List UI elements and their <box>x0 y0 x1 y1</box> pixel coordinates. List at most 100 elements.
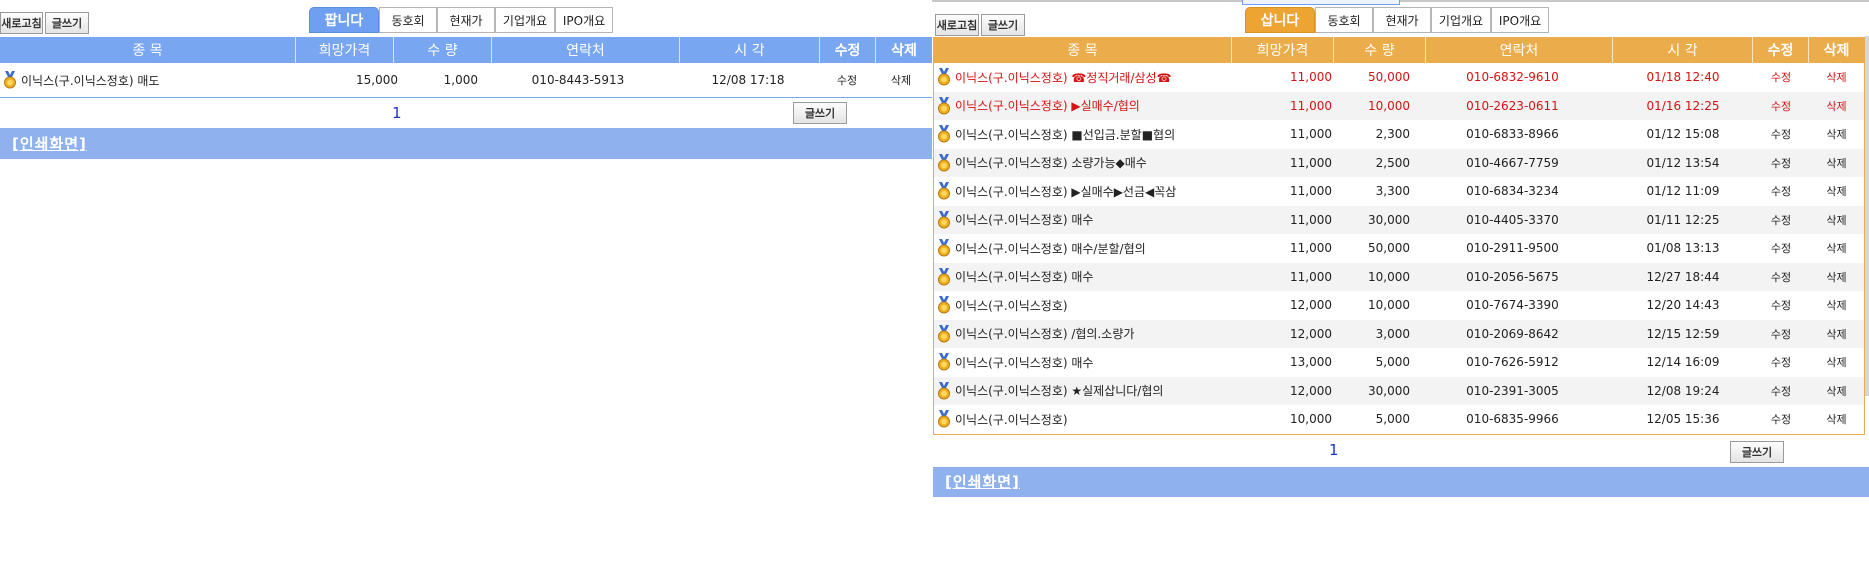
tab-ipo-overview[interactable]: IPO개요 <box>555 7 613 33</box>
sell-pager: 1 글쓰기 <box>0 98 932 128</box>
item-name[interactable]: 이닉스(구.이닉스정호) ■선입금.분할■협의 <box>955 126 1175 143</box>
item-cell: 이닉스(구.이닉스정호) 소량가능◆매수 <box>934 149 1232 178</box>
table-row[interactable]: 이닉스(구.이닉스정호) 매수 11,000 30,000 010-4405-3370… <box>934 205 1864 235</box>
item-name[interactable]: 이닉스(구.이닉스정호) ▶실매수/협의 <box>955 97 1140 114</box>
delete-link[interactable]: 삭제 <box>1809 234 1864 263</box>
write-bottom-button[interactable]: 글쓰기 <box>1730 440 1784 463</box>
col-price: 희망가격 <box>296 37 394 63</box>
price-cell: 12,000 <box>1290 298 1332 313</box>
item-name[interactable]: 이닉스(구.이닉스정호) <box>955 297 1068 314</box>
item-cell: 이닉스(구.이닉스정호) <box>934 291 1232 320</box>
delete-link[interactable]: 삭제 <box>1809 263 1864 292</box>
item-name[interactable]: 이닉스(구.이닉스정호) 매수 <box>955 211 1093 228</box>
buy-table-header: 종 목 희망가격 수 량 연락처 시 각 수정 삭제 <box>934 37 1864 63</box>
tab-current-price[interactable]: 현재가 <box>437 7 495 33</box>
delete-link[interactable]: 삭제 <box>1809 206 1864 235</box>
item-cell: 이닉스(구.이닉스정호) 매수 <box>934 348 1232 377</box>
time-cell: 12/05 15:36 <box>1646 412 1720 427</box>
table-row[interactable]: 이닉스(구.이닉스정호) ▶실매수/협의 11,000 10,000 010-2623… <box>934 91 1864 121</box>
edit-link[interactable]: 수정 <box>1753 120 1809 149</box>
table-row[interactable]: 이닉스(구.이닉스정호) 소량가능◆매수 11,000 2,500 010-4667-… <box>934 148 1864 178</box>
item-name[interactable]: 이닉스(구.이닉스정호) ★실제삽니다/협의 <box>955 382 1163 399</box>
edit-link[interactable]: 수정 <box>1753 405 1809 434</box>
edit-link[interactable]: 수정 <box>1753 92 1809 121</box>
col-qty: 수 량 <box>1334 37 1426 63</box>
edit-link[interactable]: 수정 <box>1753 149 1809 178</box>
qty-cell: 3,300 <box>1375 184 1410 199</box>
item-name[interactable]: 이닉스(구.이닉스정호) 매수 <box>955 268 1093 285</box>
table-row[interactable]: 이닉스(구.이닉스정호) 12,000 10,000 010-7674-3390 12/… <box>934 291 1864 320</box>
item-name[interactable]: 이닉스(구.이닉스정호) ▶실매수▶선금◀꼭삼 <box>955 183 1176 200</box>
qty-cell: 2,300 <box>1375 127 1410 142</box>
tab-ipo-overview[interactable]: IPO개요 <box>1491 7 1549 33</box>
tab-company-overview[interactable]: 기업개요 <box>495 7 555 33</box>
delete-link[interactable]: 삭제 <box>1809 177 1864 206</box>
table-row[interactable]: 이닉스(구.이닉스정호) ★실제삽니다/협의 12,000 30,000 010-23… <box>934 376 1864 406</box>
write-button[interactable]: 글쓰기 <box>981 14 1025 36</box>
qty-cell: 30,000 <box>1368 212 1410 227</box>
edit-link[interactable]: 수정 <box>1753 377 1809 406</box>
table-row[interactable]: 이닉스(구.이닉스정호) 10,000 5,000 010-6835-9966 12/0… <box>934 405 1864 434</box>
tab-club[interactable]: 동호회 <box>379 7 437 33</box>
delete-link[interactable]: 삭제 <box>1809 377 1864 406</box>
medal-icon <box>938 324 950 343</box>
tab-current-price[interactable]: 현재가 <box>1373 7 1431 33</box>
item-name[interactable]: 이닉스(구.이닉스정호) 소량가능◆매수 <box>955 154 1147 171</box>
edit-link[interactable]: 수정 <box>820 63 874 97</box>
delete-link[interactable]: 삭제 <box>874 63 928 97</box>
page-link[interactable]: 1 <box>392 104 402 122</box>
tab-sell[interactable]: 팝니다 <box>309 7 379 33</box>
item-name[interactable]: 이닉스(구.이닉스정호) ☎정직거래/삼성☎ <box>955 69 1172 86</box>
delete-link[interactable]: 삭제 <box>1809 291 1864 320</box>
table-row[interactable]: 이닉스(구.이닉스정호) ☎정직거래/삼성☎ 11,000 50,000 010-68… <box>934 63 1864 92</box>
page-link[interactable]: 1 <box>1329 441 1339 459</box>
table-row[interactable]: 이닉스(구.이닉스정호) ▶실매수▶선금◀꼭삼 11,000 3,300 010-68… <box>934 177 1864 206</box>
edit-link[interactable]: 수정 <box>1753 348 1809 377</box>
print-link[interactable]: [인쇄화면] <box>945 471 1020 492</box>
scrollbar[interactable] <box>1865 36 1869 396</box>
delete-link[interactable]: 삭제 <box>1809 149 1864 178</box>
time-cell: 12/08 17:18 <box>711 73 785 87</box>
tab-club[interactable]: 동호회 <box>1315 7 1373 33</box>
delete-link[interactable]: 삭제 <box>1809 348 1864 377</box>
write-bottom-button[interactable]: 글쓰기 <box>793 102 847 124</box>
edit-link[interactable]: 수정 <box>1753 206 1809 235</box>
edit-link[interactable]: 수정 <box>1753 320 1809 349</box>
table-row[interactable]: 이닉스(구.이닉스정호) 매수 13,000 5,000 010-7626-5912 1… <box>934 348 1864 377</box>
table-row[interactable]: 이닉스(구.이닉스정호) /협의.소량가 12,000 3,000 010-2069-… <box>934 319 1864 349</box>
edit-link[interactable]: 수정 <box>1753 263 1809 292</box>
item-cell: 이닉스(구.이닉스정호) ☎정직거래/삼성☎ <box>934 63 1232 92</box>
item-name[interactable]: 이닉스(구.이닉스정호) 매수/분할/협의 <box>955 240 1146 257</box>
medal-icon <box>938 125 950 143</box>
tab-company-overview[interactable]: 기업개요 <box>1431 7 1491 33</box>
item-name[interactable]: 이닉스(구.이닉스정호) 매도 <box>21 72 159 89</box>
price-cell: 12,000 <box>1290 326 1332 341</box>
edit-link[interactable]: 수정 <box>1753 234 1809 263</box>
table-row[interactable]: 이닉스(구.이닉스정호) 매수 11,000 10,000 010-2056-5675… <box>934 262 1864 292</box>
item-name[interactable]: 이닉스(구.이닉스정호) /협의.소량가 <box>955 325 1134 342</box>
refresh-button[interactable]: 새로고침 <box>935 14 979 36</box>
medal-icon <box>938 353 950 371</box>
write-button[interactable]: 글쓰기 <box>45 12 89 34</box>
print-link[interactable]: [인쇄화면] <box>12 133 87 154</box>
edit-link[interactable]: 수정 <box>1753 291 1809 320</box>
contact-cell: 010-2911-9500 <box>1466 241 1559 256</box>
qty-cell: 3,000 <box>1375 326 1410 341</box>
delete-link[interactable]: 삭제 <box>1809 120 1864 149</box>
item-name[interactable]: 이닉스(구.이닉스정호) <box>955 411 1068 428</box>
edit-link[interactable]: 수정 <box>1753 177 1809 206</box>
refresh-button[interactable]: 새로고침 <box>0 12 43 34</box>
sell-toolbar: 새로고침 글쓰기 팝니다 동호회 현재가 기업개요 IPO개요 <box>0 0 932 37</box>
item-name[interactable]: 이닉스(구.이닉스정호) 매수 <box>955 354 1093 371</box>
delete-link[interactable]: 삭제 <box>1809 405 1864 434</box>
delete-link[interactable]: 삭제 <box>1809 320 1864 349</box>
contact-cell: 010-6834-3234 <box>1466 184 1559 199</box>
table-row[interactable]: 이닉스(구.이닉스정호) ■선입금.분할■협의 11,000 2,300 010-68… <box>934 120 1864 149</box>
price-cell: 11,000 <box>1290 155 1332 170</box>
table-row[interactable]: 이닉스(구.이닉스정호) 매도 15,000 1,000 010-8443-59… <box>0 63 932 97</box>
delete-link[interactable]: 삭제 <box>1809 63 1864 92</box>
edit-link[interactable]: 수정 <box>1753 63 1809 92</box>
table-row[interactable]: 이닉스(구.이닉스정호) 매수/분할/협의 11,000 50,000 010-291… <box>934 234 1864 263</box>
tab-buy[interactable]: 삽니다 <box>1245 7 1315 33</box>
delete-link[interactable]: 삭제 <box>1809 92 1864 121</box>
